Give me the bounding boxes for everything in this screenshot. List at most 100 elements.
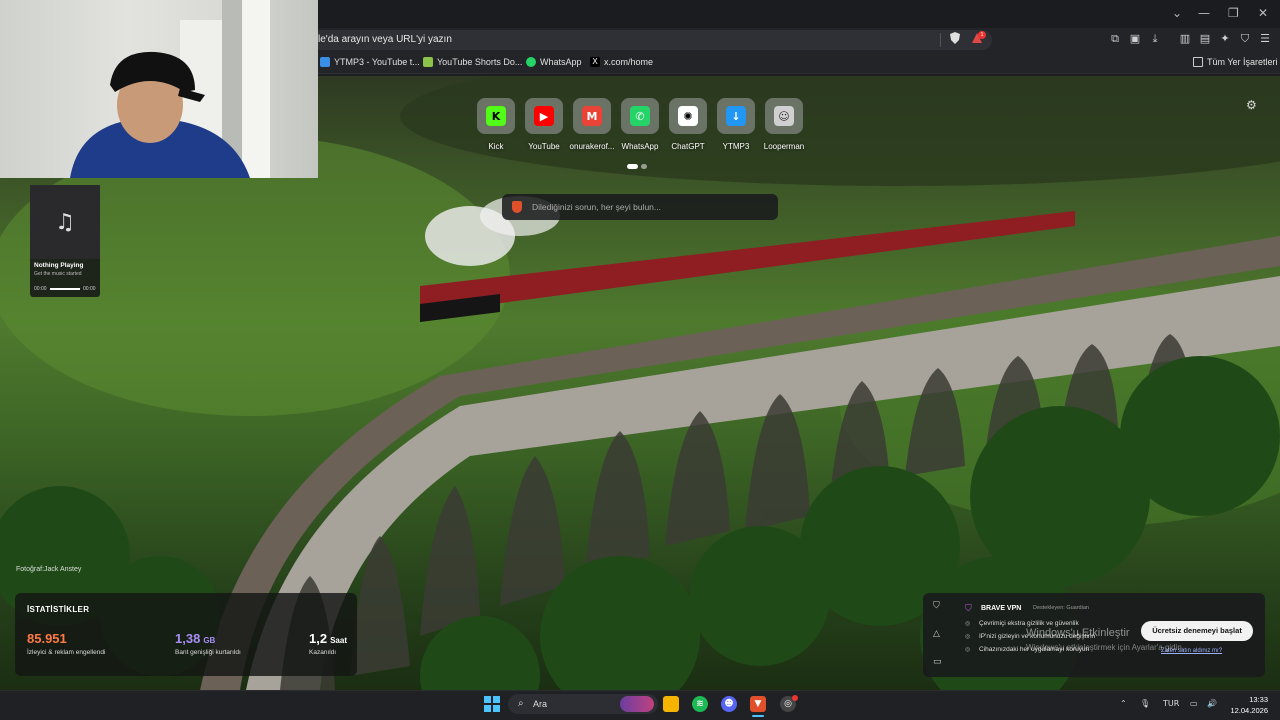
top-site-looperman[interactable]: ☺ Looperman xyxy=(764,98,804,151)
maximize-icon[interactable]: ❐ xyxy=(1228,6,1239,20)
brave-browser-icon[interactable]: ▼ xyxy=(750,696,766,712)
music-title: Nothing Playing xyxy=(34,262,84,269)
brave-shields-icon[interactable] xyxy=(948,32,962,46)
top-site-youtube[interactable]: ▶ YouTube xyxy=(525,98,563,151)
vpn-subtitle: Destekleyen: Guardian xyxy=(1033,605,1089,611)
site-favicon-icon: ▶ xyxy=(534,106,554,126)
taskbar-search-label: Ara xyxy=(533,699,548,709)
downloads-icon[interactable]: ⤓ xyxy=(1148,32,1162,46)
ytmp3-icon xyxy=(320,57,330,67)
music-time-end: 00:00 xyxy=(83,286,96,292)
search-highlight-image xyxy=(620,696,654,712)
settings-gear-icon[interactable]: ⚙ xyxy=(1246,98,1257,112)
vpn-icon[interactable]: ⛉ xyxy=(1238,32,1252,46)
top-site-tile[interactable]: ▶ xyxy=(525,98,563,134)
top-sites-pager xyxy=(627,164,647,169)
top-site-tile[interactable]: ✆ xyxy=(621,98,659,134)
rewards-triangle-icon[interactable]: △ xyxy=(933,629,940,639)
folder-icon xyxy=(1193,57,1203,67)
shield-icon[interactable]: ⛉ xyxy=(933,601,940,611)
discord-icon[interactable]: ☻ xyxy=(721,696,737,712)
bookmark-label: YTMP3 - YouTube t... xyxy=(334,57,420,67)
top-site-label: WhatsApp xyxy=(621,142,659,151)
notification-dot xyxy=(792,695,798,701)
photo-credit: Fotoğraf:Jack Anstey xyxy=(16,566,82,573)
pager-dot-active[interactable] xyxy=(627,164,638,169)
top-site-kick[interactable]: K Kick xyxy=(477,98,515,151)
x-icon: X xyxy=(590,57,600,67)
top-site-tile[interactable]: ✺ xyxy=(669,98,707,134)
time-unit: Saat xyxy=(330,636,347,645)
top-site-tile[interactable]: ↓ xyxy=(717,98,755,134)
spotify-icon[interactable]: ≋ xyxy=(692,696,708,712)
top-site-chatgpt[interactable]: ✺ ChatGPT xyxy=(669,98,707,151)
sidebar-icon[interactable]: ▥ xyxy=(1178,32,1192,46)
top-site-onurakerof[interactable]: Monurakerof... xyxy=(570,98,614,151)
language-indicator[interactable]: TUR xyxy=(1163,699,1179,708)
check-icon: ◎ xyxy=(965,647,971,653)
file-explorer-icon[interactable] xyxy=(663,696,679,712)
top-site-label: YouTube xyxy=(528,142,560,151)
download-arrow-icon xyxy=(423,57,433,67)
widget-switcher: ⛉ △ ▭ xyxy=(923,593,953,677)
site-favicon-icon: ☺ xyxy=(774,106,794,126)
site-favicon-icon: K xyxy=(486,106,506,126)
screenshot-icon[interactable]: ▣ xyxy=(1128,32,1142,46)
minimize-icon[interactable]: — xyxy=(1198,6,1210,20)
tray-overflow-icon[interactable]: ⌃ xyxy=(1120,699,1127,708)
tab-search-icon[interactable]: ⌄ xyxy=(1172,6,1182,20)
music-subtitle: Get the music started xyxy=(34,271,82,277)
menu-icon[interactable]: ☰ xyxy=(1258,32,1272,46)
clock-time: 13:33 xyxy=(1249,695,1268,704)
vpn-shield-icon: ⛉ xyxy=(965,604,972,614)
bookmark-youtube-shorts[interactable]: YouTube Shorts Do... xyxy=(423,57,522,67)
top-site-label: onurakerof... xyxy=(569,142,615,151)
bookmark-x[interactable]: X x.com/home xyxy=(590,57,653,67)
bookmark-label: x.com/home xyxy=(604,57,654,67)
check-icon: ◎ xyxy=(965,634,971,640)
brave-logo-icon xyxy=(512,201,522,213)
vpn-trial-button[interactable]: Ücretsiz denemeyi başlat xyxy=(1141,621,1253,641)
time-number: 1,2 xyxy=(309,631,328,646)
rewards-badge: 1 xyxy=(978,31,986,39)
vpn-feature-1: Çevrimiçi ekstra gizlilik ve güvenlik xyxy=(979,620,1079,627)
address-bar-placeholder: le'da arayın veya URL'yi yazın xyxy=(318,34,452,45)
talk-icon[interactable]: ▭ xyxy=(933,657,942,667)
bookmark-whatsapp[interactable]: WhatsApp xyxy=(526,57,582,67)
leo-ai-icon[interactable]: ✦ xyxy=(1218,32,1232,46)
top-site-label: YTMP3 xyxy=(722,142,750,151)
top-site-tile[interactable]: ☺ xyxy=(765,98,803,134)
network-icon[interactable]: ▭ xyxy=(1190,699,1198,708)
search-box[interactable]: Dilediğinizi sorun, her şeyi bulun... xyxy=(502,194,778,220)
music-time-start: 00:00 xyxy=(34,286,47,292)
wallet-icon[interactable]: ▤ xyxy=(1198,32,1212,46)
search-placeholder: Dilediğinizi sorun, her şeyi bulun... xyxy=(532,202,661,212)
address-divider xyxy=(940,33,941,47)
active-app-indicator xyxy=(752,715,764,717)
pager-dot[interactable] xyxy=(641,164,647,169)
bookmark-label: YouTube Shorts Do... xyxy=(437,57,523,67)
stats-panel: İSTATİSTİKLER 85.951 İzleyici & reklam e… xyxy=(15,593,357,676)
music-widget[interactable]: ♫ Nothing Playing Get the music started … xyxy=(30,185,100,297)
all-bookmarks[interactable]: Tüm Yer İşaretleri xyxy=(1193,57,1278,67)
clock-date: 12.04.2026 xyxy=(1230,706,1268,715)
volume-icon[interactable]: 🔊 xyxy=(1207,699,1217,708)
top-site-tile[interactable]: K xyxy=(477,98,515,134)
top-site-whatsapp[interactable]: ✆ WhatsApp xyxy=(621,98,659,151)
whatsapp-icon xyxy=(526,57,536,67)
taskbar-clock[interactable]: 13:33 12.04.2026 xyxy=(1226,694,1268,716)
music-progress-bar[interactable] xyxy=(50,288,80,290)
webcam-overlay xyxy=(0,0,318,178)
top-site-tile[interactable]: M xyxy=(573,98,611,134)
extensions-icon[interactable]: ⧉ xyxy=(1108,32,1122,46)
check-icon: ◎ xyxy=(965,621,971,627)
microphone-icon[interactable]: 🎙 xyxy=(1140,699,1150,708)
bookmark-ytmp3[interactable]: YTMP3 - YouTube t... xyxy=(320,57,420,67)
search-icon: ⌕ xyxy=(518,698,524,709)
time-saved-value: 1,2 Saat xyxy=(309,631,347,646)
time-saved-label: Kazanıldı xyxy=(309,649,337,656)
top-site-ytmp3[interactable]: ↓ YTMP3 xyxy=(717,98,755,151)
close-icon[interactable]: ✕ xyxy=(1258,6,1268,20)
activation-watermark-text: Windows'u etkinleştirmek için Ayarlar'a … xyxy=(1026,643,1185,652)
windows-start-icon[interactable] xyxy=(484,696,500,712)
